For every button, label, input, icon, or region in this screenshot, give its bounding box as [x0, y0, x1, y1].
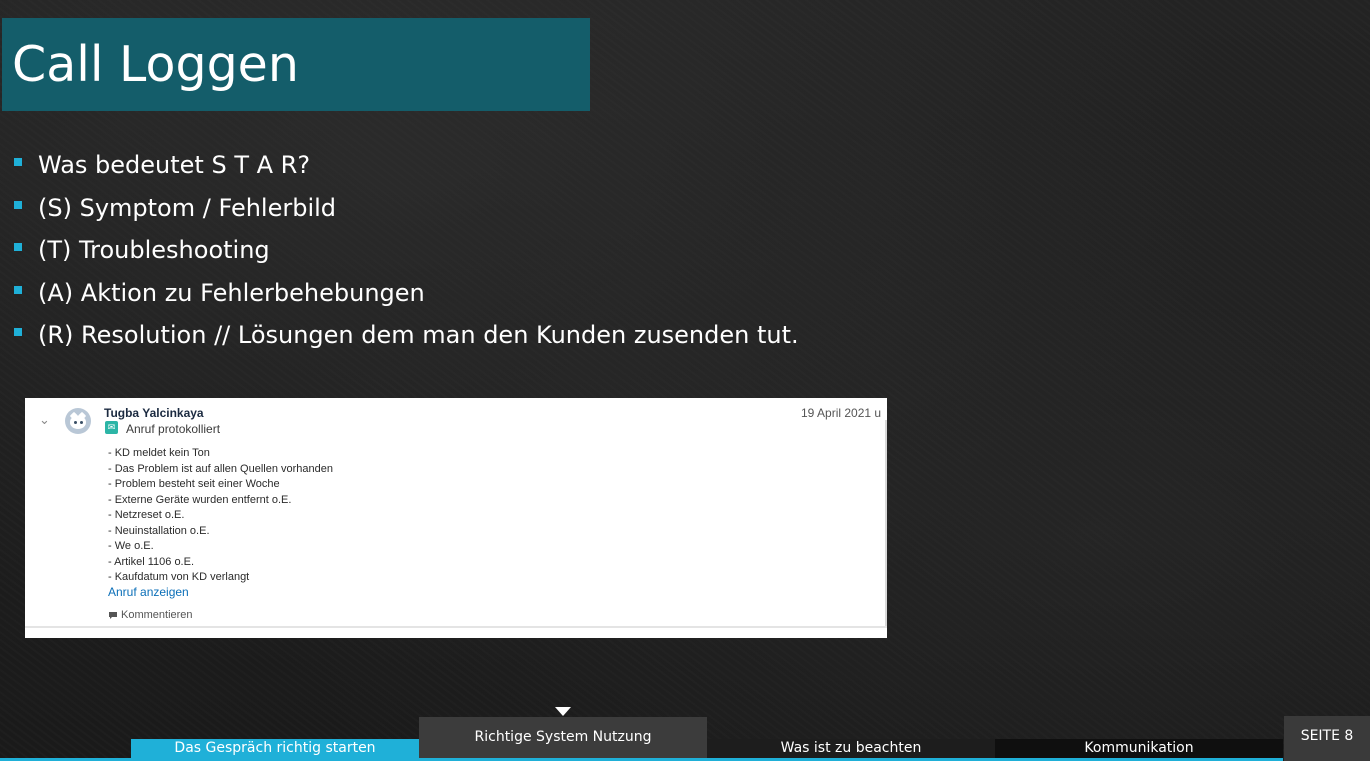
bullet-text: (T) Troubleshooting — [38, 236, 270, 265]
bullet-marker-icon — [14, 243, 22, 252]
section-navigation: Das Gespräch richtig starten Richtige Sy… — [0, 707, 1370, 761]
comment-button[interactable]: Kommentieren — [108, 609, 193, 621]
bullet-text: (R) Resolution // Lösungen dem man den K… — [38, 321, 799, 350]
bullet-marker-icon — [14, 158, 22, 167]
note-line: - Netzreset o.E. — [108, 509, 185, 521]
call-notes: - KD meldet kein Ton - Das Problem ist a… — [108, 446, 333, 586]
note-line: - KD meldet kein Ton — [108, 447, 210, 459]
bullet-item: (T) Troubleshooting — [14, 229, 799, 272]
note-line: - Kaufdatum von KD verlangt — [108, 571, 250, 583]
avatar-icon — [65, 408, 91, 434]
timestamp: 19 April 2021 u — [801, 406, 882, 420]
bullet-list: Was bedeutet S T A R? (S) Symptom / Fehl… — [14, 144, 799, 357]
divider — [25, 626, 887, 628]
nav-tab-system-nutzung[interactable]: Richtige System Nutzung — [419, 717, 707, 758]
call-log-screenshot: ⌄ Tugba Yalcinkaya ✉ Anruf protokolliert… — [25, 398, 887, 638]
note-line: - Problem besteht seit einer Woche — [108, 478, 280, 490]
nav-tab-kommunikation[interactable]: Kommunikation — [995, 739, 1283, 758]
note-line: - Externe Geräte wurden entfernt o.E. — [108, 493, 292, 506]
note-line: - Das Problem ist auf allen Quellen vorh… — [108, 462, 334, 475]
bullet-item: (S) Symptom / Fehlerbild — [14, 187, 799, 230]
avatar-face — [70, 416, 86, 429]
view-call-link[interactable]: Anruf anzeigen — [108, 585, 189, 599]
bullet-text: (S) Symptom / Fehlerbild — [38, 193, 337, 222]
avatar-eye-right — [80, 421, 83, 424]
note-line: - We o.E. — [108, 540, 154, 552]
slide: Call Loggen Was bedeutet S T A R? (S) Sy… — [0, 0, 1370, 761]
log-status: Anruf protokolliert — [126, 422, 221, 436]
nav-tab-gespraech-starten[interactable]: Das Gespräch richtig starten — [131, 739, 419, 758]
bullet-text: (A) Aktion zu Fehlerbehebungen — [38, 278, 425, 307]
chevron-down-icon[interactable]: ⌄ — [39, 412, 50, 428]
comment-icon — [109, 611, 117, 619]
note-line: - Neuinstallation o.E. — [108, 524, 210, 537]
nav-tab-zu-beachten[interactable]: Was ist zu beachten — [707, 739, 995, 758]
call-log-icon: ✉ — [105, 421, 118, 434]
bullet-text: Was bedeutet S T A R? — [38, 151, 311, 180]
bullet-marker-icon — [14, 285, 22, 294]
active-tab-pointer-icon — [555, 707, 571, 716]
bullet-item: Was bedeutet S T A R? — [14, 144, 799, 187]
note-line: - Artikel 1106 o.E. — [108, 555, 195, 568]
bullet-item: (A) Aktion zu Fehlerbehebungen — [14, 272, 799, 315]
bullet-marker-icon — [14, 200, 22, 209]
avatar-eye-left — [74, 421, 77, 424]
bullet-marker-icon — [14, 328, 22, 337]
comment-label: Kommentieren — [121, 609, 193, 621]
scroll-edge — [885, 420, 887, 628]
slide-title: Call Loggen — [12, 36, 299, 93]
bullet-item: (R) Resolution // Lösungen dem man den K… — [14, 314, 799, 357]
author-name[interactable]: Tugba Yalcinkaya — [104, 406, 204, 420]
page-number: SEITE 8 — [1284, 716, 1370, 761]
